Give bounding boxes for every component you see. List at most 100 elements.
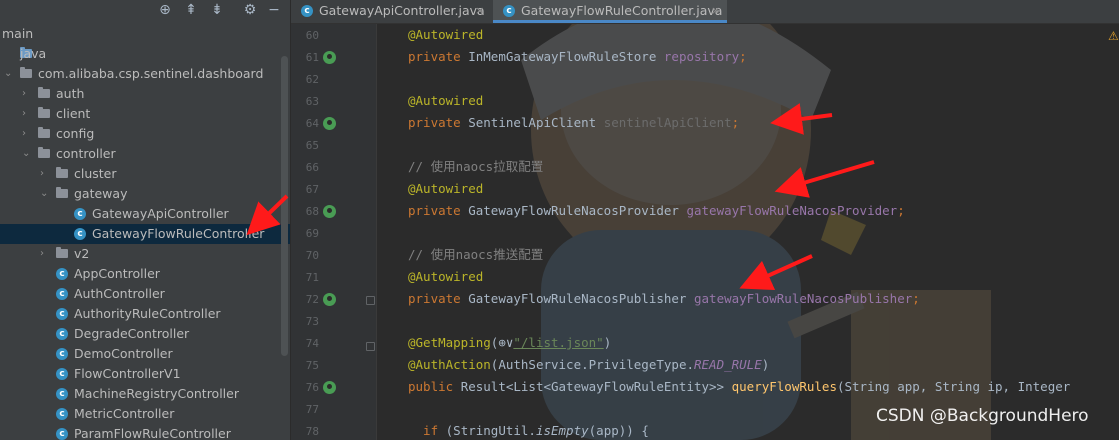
tree-item[interactable]: main	[0, 24, 290, 44]
tree-item[interactable]: java	[0, 44, 290, 64]
line-number: 72	[305, 293, 319, 306]
tab-gateway-flow-rule-controller[interactable]: c GatewayFlowRuleController.java ×	[493, 0, 727, 23]
tree-item[interactable]: c AuthController	[0, 284, 290, 304]
code-token: ;	[897, 203, 905, 218]
tree-item-label: config	[56, 126, 95, 141]
code-token: (⊕∨	[490, 335, 514, 350]
line-number: 70	[305, 249, 319, 262]
tree-item[interactable]: c MetricController	[0, 404, 290, 424]
chevron-right-icon[interactable]: ›	[22, 84, 32, 104]
chevron-down-icon[interactable]: ⌄	[40, 184, 50, 204]
tree-item[interactable]: c MachineRegistryController	[0, 384, 290, 404]
expand-all-icon[interactable]: ⇞	[183, 2, 199, 18]
tree-item-label: AuthorityRuleController	[74, 306, 221, 321]
code-line: public Result<List<GatewayFlowRuleEntity…	[408, 378, 1070, 396]
warning-icon[interactable]: ⚠	[1108, 29, 1119, 43]
code-line: private SentinelApiClient sentinelApiCli…	[408, 114, 739, 132]
code-token: )	[761, 357, 770, 372]
tree-item[interactable]: c DegradeController	[0, 324, 290, 344]
project-scrollbar[interactable]	[281, 56, 288, 356]
code-token: @Autowired	[408, 269, 484, 284]
close-icon[interactable]: ×	[475, 0, 484, 22]
tree-item[interactable]: c DemoController	[0, 344, 290, 364]
bean-gutter-icon[interactable]	[323, 205, 336, 218]
line-number: 76	[305, 381, 319, 394]
bean-gutter-icon[interactable]	[323, 117, 336, 130]
tree-item-label: DegradeController	[74, 326, 190, 341]
bean-gutter-icon[interactable]	[323, 293, 336, 306]
line-number: 68	[305, 205, 319, 218]
tree-item[interactable]: ⌄ com.alibaba.csp.sentinel.dashboard	[0, 64, 290, 84]
fold-marker[interactable]	[366, 296, 375, 305]
code-line: @GetMapping(⊕∨"/list.json")	[408, 334, 611, 352]
tree-item-label: com.alibaba.csp.sentinel.dashboard	[38, 66, 264, 81]
bean-gutter-icon[interactable]	[323, 381, 336, 394]
folder-icon	[38, 87, 50, 98]
line-number: 71	[305, 271, 319, 284]
code-token: )	[603, 335, 612, 350]
tree-item[interactable]: c ParamFlowRuleController	[0, 424, 290, 440]
chevron-right-icon[interactable]: ›	[22, 124, 32, 144]
code-token: private	[408, 49, 469, 64]
class-icon: c	[56, 288, 68, 300]
tree-item-label: client	[56, 106, 91, 121]
code-token: (AuthService.PrivilegeType.	[490, 357, 694, 372]
folder-icon	[38, 147, 50, 158]
line-number: 60	[305, 29, 319, 42]
class-icon: c	[74, 228, 86, 240]
code-token: sentinelApiClient	[603, 115, 732, 130]
tree-item[interactable]: › cluster	[0, 164, 290, 184]
watermark: CSDN @BackgroundHero	[876, 406, 1089, 426]
line-number: 75	[305, 359, 319, 372]
line-number: 69	[305, 227, 319, 240]
code-token: private	[408, 115, 469, 130]
class-icon: c	[56, 268, 68, 280]
tree-item[interactable]: › client	[0, 104, 290, 124]
hide-icon[interactable]: −	[266, 2, 282, 18]
class-icon: c	[56, 308, 68, 320]
chevron-right-icon[interactable]: ›	[40, 164, 50, 184]
chevron-down-icon[interactable]: ⌄	[4, 64, 14, 84]
tree-item-label: ParamFlowRuleController	[74, 426, 231, 440]
code-token: gatewayFlowRuleNacosPublisher	[694, 291, 913, 306]
tree-item[interactable]: c AuthorityRuleController	[0, 304, 290, 324]
tree-item[interactable]: ⌄ gateway	[0, 184, 290, 204]
folder-icon	[38, 127, 50, 138]
code-token: ;	[912, 291, 920, 306]
chevron-right-icon[interactable]: ›	[40, 244, 50, 264]
tree-item[interactable]: › config	[0, 124, 290, 144]
tree-item-label: gateway	[74, 186, 128, 201]
folder-icon	[38, 107, 50, 118]
code-token: @Autowired	[408, 181, 484, 196]
class-icon: c	[56, 408, 68, 420]
tree-item-label: java	[20, 46, 47, 61]
class-icon: c	[56, 388, 68, 400]
code-token: READ_RULE	[694, 357, 762, 372]
code-token: InMemGatewayFlowRuleStore	[468, 49, 664, 64]
line-number: 61	[305, 51, 319, 64]
line-number: 66	[305, 161, 319, 174]
bean-gutter-icon[interactable]	[323, 51, 336, 64]
tree-item[interactable]: c GatewayFlowRuleController	[0, 224, 290, 244]
code-token: Result<List<GatewayFlowRuleEntity>>	[460, 379, 732, 394]
close-icon[interactable]: ×	[711, 0, 720, 22]
tab-gateway-api-controller[interactable]: c GatewayApiController.java ×	[291, 0, 491, 23]
tree-item[interactable]: c AppController	[0, 264, 290, 284]
fold-marker[interactable]	[366, 342, 375, 351]
tree-item[interactable]: ⌄ controller	[0, 144, 290, 164]
tree-item[interactable]: c GatewayApiController	[0, 204, 290, 224]
tree-item[interactable]: c FlowControllerV1	[0, 364, 290, 384]
code-token: ;	[731, 115, 740, 130]
line-number: 64	[305, 117, 319, 130]
tree-item[interactable]: › auth	[0, 84, 290, 104]
chevron-right-icon[interactable]: ›	[22, 104, 32, 124]
tree-item-label: cluster	[74, 166, 117, 181]
gear-icon[interactable]: ⚙	[242, 2, 258, 18]
collapse-all-icon[interactable]: ⇟	[209, 2, 225, 18]
chevron-down-icon[interactable]: ⌄	[22, 144, 32, 164]
class-icon: c	[74, 208, 86, 220]
locate-icon[interactable]: ⊕	[157, 2, 173, 18]
tree-item-label: main	[2, 26, 34, 41]
tree-item[interactable]: › v2	[0, 244, 290, 264]
tab-label: GatewayFlowRuleController.java	[521, 3, 723, 18]
